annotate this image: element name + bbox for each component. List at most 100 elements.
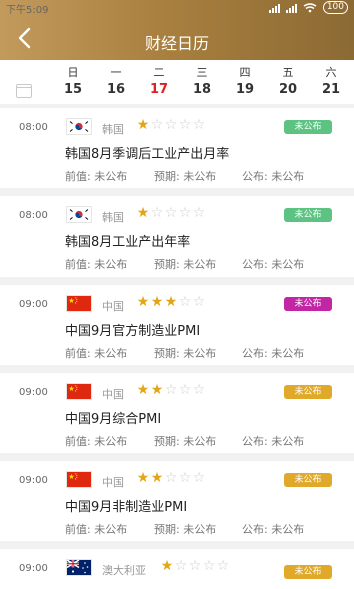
- flag-icon-au: [66, 559, 92, 576]
- previous-value: 前值: 未公布: [65, 258, 128, 271]
- status-bar: 下午5:09 100: [0, 0, 354, 18]
- star-icon: ☆: [192, 294, 206, 310]
- event-time: 09:00: [19, 387, 48, 398]
- event-card[interactable]: 08:00 韩国 ★ ☆ ☆ ☆ ☆ 未公布 韩国8月工业产出年率 前值: 未公布 预期: 未公布公…: [0, 196, 354, 277]
- country-name: 中国: [102, 300, 124, 313]
- star-icon: ★: [136, 117, 150, 133]
- event-time: 08:00: [19, 210, 48, 221]
- event-title: 中国9月官方制造业PMI: [65, 324, 201, 339]
- week-day-16[interactable]: 一 16: [101, 66, 131, 98]
- status-badge: 未公布: [284, 565, 332, 579]
- date-number: 19: [235, 82, 255, 97]
- signal-icon-2: [285, 3, 297, 13]
- star-icon: ☆: [164, 117, 178, 133]
- actual-value: 公布: 未公布: [242, 523, 305, 536]
- date-number: 18: [192, 82, 212, 97]
- date-number: 17: [149, 82, 169, 97]
- importance-stars: ★ ☆ ☆ ☆ ☆: [136, 206, 206, 220]
- status-badge: 未公布: [284, 120, 332, 134]
- date-number: 21: [321, 82, 341, 97]
- expected-value: 预期: 未公布: [154, 170, 217, 183]
- weekday-label: 六: [325, 66, 337, 79]
- star-icon: ☆: [174, 558, 188, 574]
- date-number: 15: [63, 82, 83, 97]
- previous-value: 前值: 未公布: [65, 170, 128, 183]
- expected-value: 预期: 未公布: [154, 435, 217, 448]
- event-title: 韩国8月季调后工业产出月率: [65, 147, 230, 162]
- star-icon: ★: [150, 382, 164, 398]
- battery-indicator: 100: [322, 1, 348, 14]
- event-time: 09:00: [19, 563, 48, 574]
- flag-icon-cn: [66, 471, 92, 488]
- flag-icon-cn: [66, 295, 92, 312]
- flag-icon-kr: [66, 118, 92, 135]
- star-icon: ☆: [150, 205, 164, 221]
- importance-stars: ★ ☆ ☆ ☆ ☆: [160, 559, 230, 573]
- star-icon: ☆: [164, 205, 178, 221]
- event-card[interactable]: 09:00 中国 ★ ★ ☆ ☆ ☆ 未公布 中国9月综合PMI 前值: 未公布 预期: 未公布 公布…: [0, 373, 354, 453]
- star-icon: ★: [136, 294, 150, 310]
- event-card[interactable]: 09:00 中国 ★ ★ ☆ ☆ ☆ 未公布 中国9月非制造业PMI 前值: 未公布 预期: 未公布…: [0, 461, 354, 541]
- expected-value: 预期: 未公布: [154, 347, 217, 360]
- star-icon: ☆: [164, 470, 178, 486]
- actual-value: 公布: 未公布: [242, 435, 305, 448]
- event-card[interactable]: 08:00 韩国 ★ ☆ ☆ ☆ ☆ 未公布 韩国8月季调后工业产出月率 前值: 未公布 预期: 未…: [0, 108, 354, 188]
- weekday-label: 五: [282, 66, 294, 79]
- page-title: 财经日历: [144, 34, 209, 53]
- weekday-label: 一: [110, 66, 122, 79]
- star-icon: ★: [136, 205, 150, 221]
- star-icon: ☆: [192, 205, 206, 221]
- status-time: 下午5:09: [6, 5, 49, 16]
- status-badge: 未公布: [284, 385, 332, 399]
- date-number: 16: [106, 82, 126, 97]
- app-header: 下午5:09 100 财经日历: [0, 0, 354, 60]
- week-day-21[interactable]: 六 21: [316, 66, 346, 98]
- week-day-20[interactable]: 五 20: [273, 66, 303, 98]
- status-badge: 未公布: [284, 297, 332, 311]
- event-title: 韩国8月工业产出年率: [65, 235, 191, 250]
- event-card[interactable]: 09:00 中国 ★ ★ ★ ☆ ☆ 未公布 中国9月官方制造业PMI 前值: 未公布 预期: 未公…: [0, 285, 354, 365]
- star-icon: ☆: [202, 558, 216, 574]
- actual-value: 公布: 未公布: [242, 170, 305, 183]
- star-icon: ☆: [192, 470, 206, 486]
- status-badge: 未公布: [284, 473, 332, 487]
- star-icon: ★: [136, 470, 150, 486]
- signal-icon: [268, 3, 280, 13]
- weekday-label: 日: [67, 66, 79, 79]
- star-icon: ☆: [188, 558, 202, 574]
- flag-icon-kr: [66, 206, 92, 223]
- star-icon: ☆: [150, 117, 164, 133]
- country-name: 韩国: [102, 211, 124, 224]
- country-name: 澳大利亚: [102, 564, 146, 577]
- date-number: 20: [278, 82, 298, 97]
- expected-value: 预期: 未公布: [154, 523, 217, 536]
- event-card[interactable]: 09:00 澳大利亚 ★ ☆ ☆ ☆ ☆ 未公布: [0, 549, 354, 589]
- calendar-icon[interactable]: [16, 84, 32, 98]
- star-icon: ★: [136, 382, 150, 398]
- star-icon: ☆: [192, 382, 206, 398]
- event-title: 中国9月综合PMI: [65, 412, 162, 427]
- weekday-label: 三: [196, 66, 208, 79]
- flag-icon-cn: [66, 383, 92, 400]
- week-day-15[interactable]: 日 15: [58, 66, 88, 98]
- week-day-18[interactable]: 三 18: [187, 66, 217, 98]
- star-icon: ☆: [178, 382, 192, 398]
- weekday-label: 四: [239, 66, 251, 79]
- country-name: 中国: [102, 476, 124, 489]
- wifi-icon: [303, 2, 317, 12]
- previous-value: 前值: 未公布: [65, 435, 128, 448]
- actual-value: 公布: 未公布: [242, 258, 305, 271]
- importance-stars: ★ ★ ★ ☆ ☆: [136, 295, 206, 309]
- event-time: 08:00: [19, 122, 48, 133]
- previous-value: 前值: 未公布: [65, 347, 128, 360]
- expected-value: 预期: 未公布: [154, 258, 217, 271]
- importance-stars: ★ ☆ ☆ ☆ ☆: [136, 118, 206, 132]
- week-day-19[interactable]: 四 19: [230, 66, 260, 98]
- event-time: 09:00: [19, 299, 48, 310]
- star-icon: ★: [164, 294, 178, 310]
- previous-value: 前值: 未公布: [65, 523, 128, 536]
- star-icon: ☆: [178, 294, 192, 310]
- star-icon: ★: [150, 470, 164, 486]
- week-day-17[interactable]: 二 17: [144, 66, 174, 98]
- star-icon: ☆: [178, 470, 192, 486]
